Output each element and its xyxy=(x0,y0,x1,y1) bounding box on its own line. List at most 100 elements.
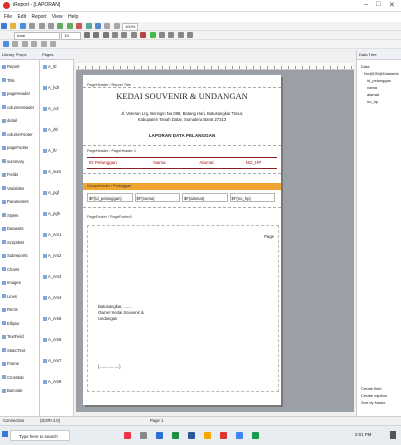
tree-item[interactable]: Variables xyxy=(2,186,24,191)
tree-item[interactable]: Lines xyxy=(2,294,17,299)
tree-item[interactable]: A_sum xyxy=(43,169,61,174)
tree-item[interactable]: Report xyxy=(2,64,20,69)
zoom-in-icon[interactable] xyxy=(104,23,111,29)
tab-props[interactable]: Props xyxy=(16,52,26,57)
company-address-line2[interactable]: Kabupaten Tanah Datar, Sumatera Barat 27… xyxy=(83,117,281,122)
save-icon[interactable] xyxy=(19,23,26,29)
tree-item[interactable]: A_hdr xyxy=(43,85,59,90)
pointer-icon[interactable] xyxy=(3,41,9,47)
tree-item[interactable]: Images xyxy=(2,280,21,285)
taskbar-search[interactable]: Type here to search xyxy=(10,430,70,441)
word-icon[interactable] xyxy=(188,432,195,439)
tree-item[interactable]: A_ftr xyxy=(43,148,57,153)
image-icon[interactable] xyxy=(31,41,38,47)
tree-item[interactable]: TextField xyxy=(2,334,24,339)
align-center-icon[interactable] xyxy=(121,32,128,38)
preview-icon[interactable] xyxy=(94,23,101,29)
run-icon[interactable] xyxy=(85,23,92,29)
explorer-icon[interactable] xyxy=(140,432,147,439)
signature-line[interactable]: (.................) xyxy=(98,364,121,369)
field-phone[interactable]: $F{no_hp} xyxy=(229,193,275,202)
copy-icon[interactable] xyxy=(38,23,45,29)
close-button[interactable]: ✕ xyxy=(389,1,395,9)
chart-icon[interactable] xyxy=(40,41,47,47)
tree-item[interactable]: A_nm6 xyxy=(43,337,61,342)
page-number-field[interactable]: Page xyxy=(264,234,274,239)
paste-icon[interactable] xyxy=(47,23,54,29)
header-phone[interactable]: NO_HP xyxy=(230,158,277,168)
tab-library[interactable]: Library xyxy=(2,52,14,57)
data-tree-item[interactable]: no_hp xyxy=(367,99,378,104)
create-field-option[interactable]: Create field xyxy=(361,386,381,391)
tree-item[interactable]: Crosstab xyxy=(2,375,24,380)
tree-item[interactable]: A_pgh xyxy=(43,211,60,216)
data-tree-item[interactable]: id_pelanggan xyxy=(367,78,391,83)
field-address[interactable]: $F{alamat} xyxy=(182,193,228,202)
tree-item[interactable]: A_nm4 xyxy=(43,295,61,300)
tree-item[interactable]: Scriptlets xyxy=(2,240,24,245)
tree-item[interactable]: A_nm3 xyxy=(43,274,61,279)
tree-item[interactable]: Parameters xyxy=(2,199,29,204)
text-field-icon[interactable] xyxy=(21,41,28,47)
create-caption-option[interactable]: Create caption xyxy=(361,393,387,398)
tree-item[interactable]: pageFooter xyxy=(2,145,28,150)
tree-item[interactable]: Styles xyxy=(2,213,18,218)
bold-icon[interactable] xyxy=(83,32,90,38)
tree-item[interactable]: Datasets xyxy=(2,226,24,231)
compile-icon[interactable] xyxy=(76,23,83,29)
tree-item[interactable]: A_nm1 xyxy=(43,232,61,237)
tree-item[interactable]: A_col xyxy=(43,106,58,111)
tree-item[interactable]: A_dtl xyxy=(43,127,58,132)
cut-icon[interactable] xyxy=(29,23,36,29)
header-id[interactable]: ID Pelanggan xyxy=(87,158,136,168)
maximize-button[interactable]: □ xyxy=(376,1,380,8)
edge-icon[interactable] xyxy=(156,432,163,439)
zoom-combo[interactable]: 100% xyxy=(122,23,139,31)
field-name[interactable]: $F{nama} xyxy=(134,193,180,202)
tree-item[interactable]: pageHeader xyxy=(2,91,30,96)
menu-edit[interactable]: Edit xyxy=(17,14,26,20)
sort-by-name-option[interactable]: Sort by Name xyxy=(361,400,385,405)
tree-item[interactable]: columnFooter xyxy=(2,132,33,137)
tree-item[interactable]: A_pgf xyxy=(43,190,59,195)
header-address[interactable]: Alamat xyxy=(183,158,230,168)
header-name[interactable]: Nama xyxy=(136,158,183,168)
italic-icon[interactable] xyxy=(93,32,100,38)
tree-item[interactable]: StaticText xyxy=(2,348,25,353)
tree-item[interactable]: Fields xyxy=(2,172,18,177)
data-tree-item[interactable]: nama xyxy=(367,85,377,90)
minimize-button[interactable]: – xyxy=(364,1,368,8)
tree-item[interactable]: Frame xyxy=(2,361,19,366)
tree-item[interactable]: Barcode xyxy=(2,388,23,393)
signature-title-2[interactable]: Undangan xyxy=(98,316,117,321)
menu-view[interactable]: View xyxy=(52,14,63,20)
folder-icon[interactable] xyxy=(204,432,211,439)
company-name[interactable]: KEDAI SOUVENIR & UNDANGAN xyxy=(83,91,281,101)
zoom-out-icon[interactable] xyxy=(113,23,120,29)
text-tool-icon[interactable] xyxy=(187,32,194,38)
tree-item[interactable]: columnHeader xyxy=(2,105,34,110)
tab-pages[interactable]: Pages xyxy=(42,52,53,57)
tree-item[interactable]: detail xyxy=(2,118,17,123)
group-header-band[interactable]: GroupHeader / Pelanggan xyxy=(83,183,281,190)
menu-report[interactable]: Report xyxy=(31,14,46,20)
page-footer-band[interactable]: Page Batusangkar, ....... Owner Kedai So… xyxy=(87,225,279,392)
data-tree-item[interactable]: No@DB@Datasets xyxy=(364,71,399,76)
rect-icon[interactable] xyxy=(177,32,184,38)
tree-item[interactable]: A_nm2 xyxy=(43,253,61,258)
excel-icon[interactable] xyxy=(252,432,259,439)
tree-item[interactable]: Subreports xyxy=(2,253,27,258)
tree-item[interactable]: Rects xyxy=(2,307,18,312)
app-ireport-icon[interactable] xyxy=(220,432,227,439)
tree-item[interactable]: summary xyxy=(2,159,24,164)
align-right-icon[interactable] xyxy=(130,32,137,38)
signature-title[interactable]: Owner Kedai Souvenir & xyxy=(98,310,144,315)
tree-item[interactable]: A_nm5 xyxy=(43,316,61,321)
open-icon[interactable] xyxy=(10,23,17,29)
tree-item[interactable]: Charts xyxy=(2,267,19,272)
redo-icon[interactable] xyxy=(66,23,73,29)
menu-help[interactable]: Help xyxy=(68,14,78,20)
tree-item[interactable]: A_nm7 xyxy=(43,358,61,363)
chrome-icon[interactable] xyxy=(236,432,243,439)
company-address-line1[interactable]: Jl. Veteran Lrg. Beringin No.088, Batang… xyxy=(83,111,281,116)
